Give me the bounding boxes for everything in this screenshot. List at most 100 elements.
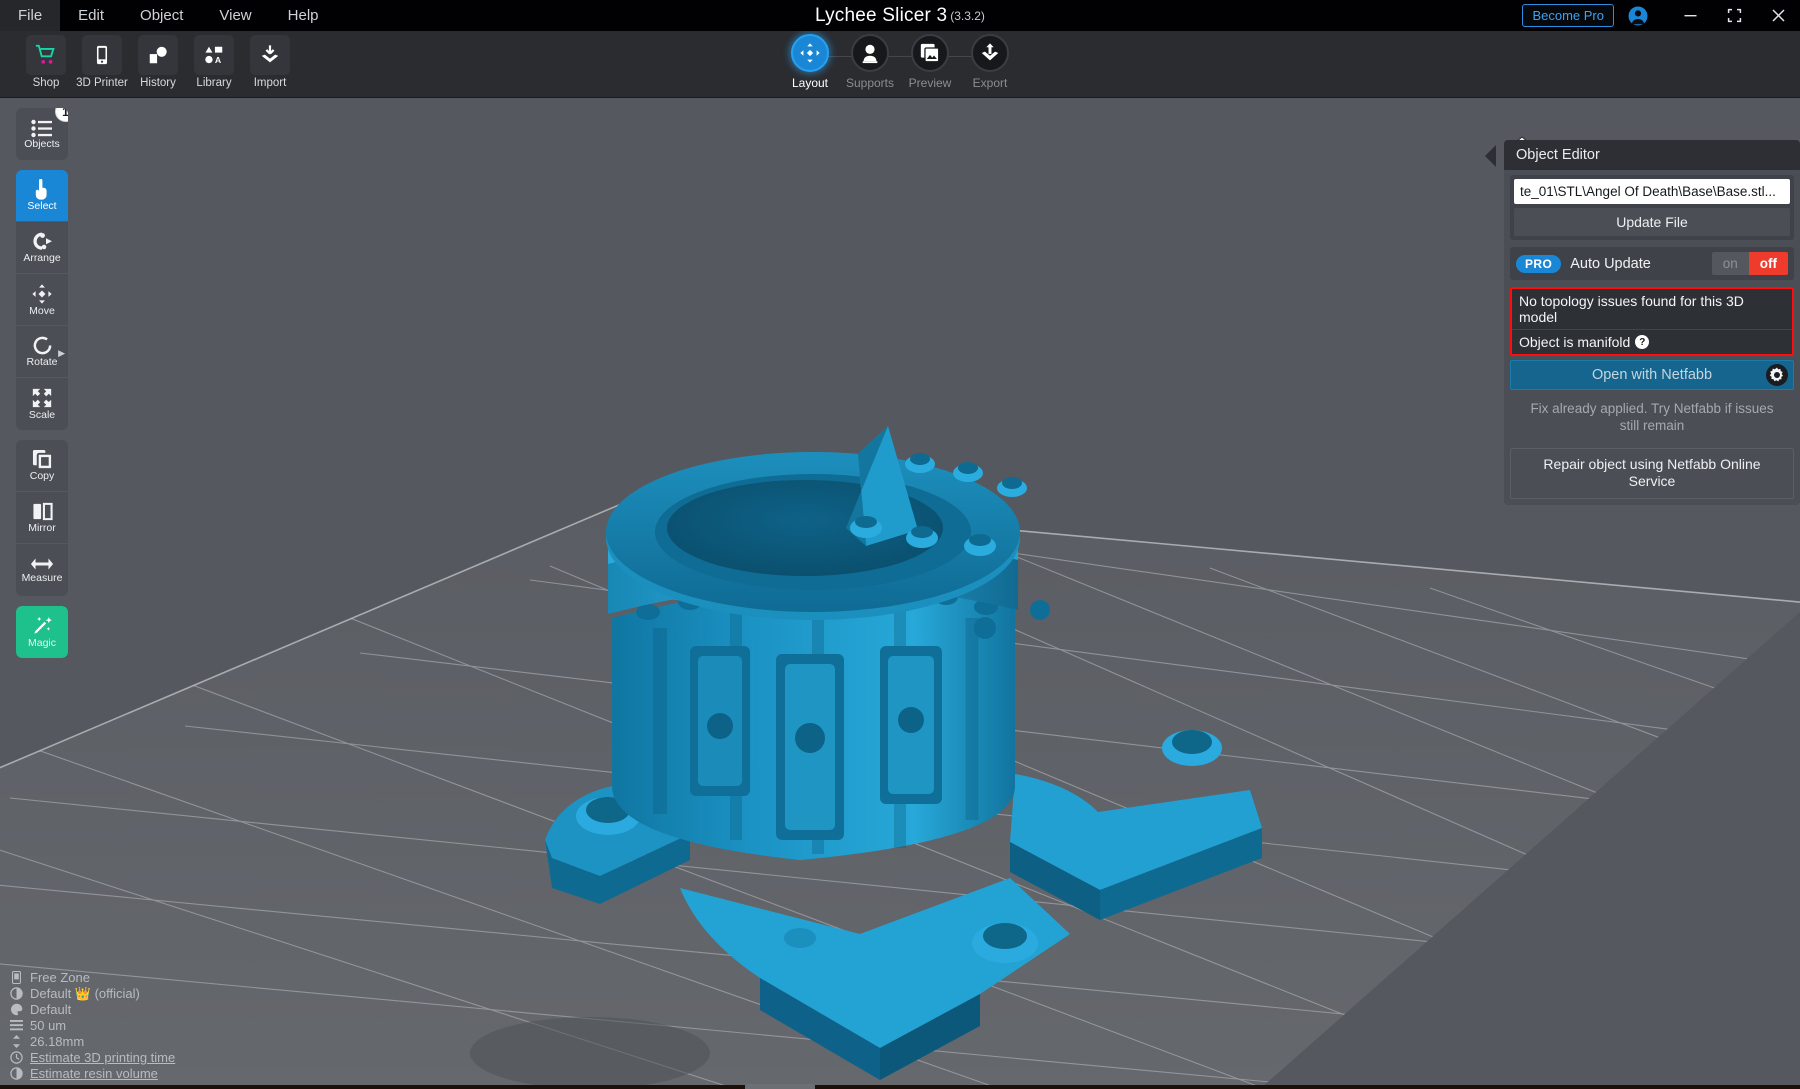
topology-status-box: No topology issues found for this 3D mod… <box>1510 287 1794 356</box>
rail-button-mirror[interactable]: Mirror <box>16 492 68 544</box>
layers-icon <box>10 1020 23 1031</box>
pro-badge: PRO <box>1516 254 1562 273</box>
rail-button-move[interactable]: Move <box>16 274 68 326</box>
file-path-field[interactable]: ...te_01\STL\Angel Of Death\Base\Base.st… <box>1514 179 1790 204</box>
status-text-height: 26.18mm <box>30 1034 85 1049</box>
minimize-button[interactable] <box>1668 0 1712 31</box>
stage-preview[interactable]: Preview <box>900 34 960 90</box>
toolbar-button-shop[interactable]: Shop <box>22 35 70 89</box>
move-arrows-icon <box>791 34 829 72</box>
rotate-icon <box>32 335 53 356</box>
menu-item-edit[interactable]: Edit <box>60 0 122 31</box>
rail-group-magic: Magic <box>16 606 68 658</box>
menu-item-view[interactable]: View <box>201 0 269 31</box>
pointer-hand-icon <box>32 179 52 200</box>
app-version-text: (3.3.2) <box>950 9 985 23</box>
rail-button-rotate[interactable]: Rotate ▶ <box>16 326 68 378</box>
menu-item-object[interactable]: Object <box>122 0 201 31</box>
stage-layout[interactable]: Layout <box>780 34 840 90</box>
auto-update-toggle[interactable]: on off <box>1711 252 1788 275</box>
model-top-rim <box>606 426 1020 620</box>
toolbar-button-group: Shop 3D Printer History A Library Import <box>22 35 294 89</box>
toolbar-label-shop: Shop <box>32 77 60 89</box>
toolbar-label-3d-printer: 3D Printer <box>76 77 128 89</box>
title-bar: File Edit Object View Help Lychee Slicer… <box>0 0 1800 31</box>
auto-update-label: Auto Update <box>1570 255 1651 272</box>
printer-device-icon <box>82 35 122 75</box>
rail-button-scale[interactable]: Scale <box>16 378 68 430</box>
object-editor-body: ...te_01\STL\Angel Of Death\Base\Base.st… <box>1504 170 1800 499</box>
repair-online-button[interactable]: Repair object using Netfabb Online Servi… <box>1510 447 1794 499</box>
window-controls: Become Pro <box>1522 0 1800 31</box>
status-link-estimate-volume[interactable]: Estimate resin volume <box>30 1066 158 1081</box>
bottom-collapse-tab[interactable] <box>745 1084 815 1089</box>
arrange-icon <box>31 231 53 252</box>
status-row-palette: Default <box>10 1002 175 1017</box>
auto-update-option-on[interactable]: on <box>1711 252 1749 275</box>
status-row-printer: Free Zone <box>10 970 175 985</box>
model-drum-body <box>612 585 1015 860</box>
maximize-button[interactable] <box>1712 0 1756 31</box>
status-info-list: Free Zone Default 👑 (official) Default 5… <box>10 970 175 1081</box>
printer-device-icon <box>10 971 23 984</box>
rail-button-magic[interactable]: Magic <box>16 606 68 658</box>
close-button[interactable] <box>1756 0 1800 31</box>
topology-line-manifold: Object is manifold ? <box>1512 329 1792 354</box>
history-icon <box>138 35 178 75</box>
rail-button-copy[interactable]: Copy <box>16 440 68 492</box>
stage-supports[interactable]: Supports <box>840 34 900 90</box>
rail-button-arrange[interactable]: Arrange <box>16 222 68 274</box>
toolbar-button-library[interactable]: A Library <box>190 35 238 89</box>
rail-label-measure: Measure <box>21 572 63 585</box>
shopping-cart-icon <box>26 35 66 75</box>
status-text-printer: Free Zone <box>30 970 90 985</box>
update-file-button[interactable]: Update File <box>1514 208 1790 236</box>
status-link-estimate-time[interactable]: Estimate 3D printing time <box>30 1050 175 1065</box>
menu-item-help[interactable]: Help <box>270 0 337 31</box>
gear-icon[interactable] <box>1765 363 1789 387</box>
toolbar-label-history: History <box>140 77 176 89</box>
menu-bar: File Edit Object View Help <box>0 0 337 31</box>
open-with-netfabb-label: Open with Netfabb <box>1591 367 1713 383</box>
rail-button-objects[interactable]: Objects 1 <box>16 108 68 160</box>
rail-button-measure[interactable]: Measure <box>16 544 68 596</box>
status-row-layer-height: 50 um <box>10 1018 175 1033</box>
app-title-text: Lychee Slicer 3 <box>815 5 948 26</box>
clock-icon <box>10 1051 23 1064</box>
auto-update-option-off[interactable]: off <box>1748 252 1788 275</box>
objects-count-badge: 1 <box>55 108 68 122</box>
status-row-resin: Default 👑 (official) <box>10 986 175 1001</box>
image-stack-icon <box>911 34 949 72</box>
topology-text-no-issues: No topology issues found for this 3D mod… <box>1519 293 1744 325</box>
chevron-left-icon[interactable] <box>1485 145 1496 167</box>
rail-label-arrange: Arrange <box>23 252 61 265</box>
bottom-strip <box>0 1085 1800 1089</box>
stage-label-supports: Supports <box>845 76 895 90</box>
status-text-layer-height: 50 um <box>30 1018 67 1033</box>
menu-item-file[interactable]: File <box>0 0 61 31</box>
become-pro-button[interactable]: Become Pro <box>1522 4 1614 27</box>
open-with-netfabb-button[interactable]: Open with Netfabb <box>1510 360 1794 390</box>
palette-icon <box>10 1003 23 1016</box>
question-mark-icon[interactable]: ? <box>1635 335 1650 349</box>
status-row-estimate-volume[interactable]: Estimate resin volume <box>10 1066 175 1081</box>
rail-label-scale: Scale <box>28 409 56 422</box>
toolbar-button-history[interactable]: History <box>134 35 182 89</box>
library-shapes-icon: A <box>194 35 234 75</box>
rail-group-transform: Select Arrange Move Rotate ▶ Scale <box>16 170 68 430</box>
object-editor-title: Object Editor <box>1504 140 1800 170</box>
stage-connector-line <box>810 56 990 57</box>
copy-icon <box>32 449 53 471</box>
magic-wand-icon <box>31 615 53 637</box>
rail-button-select[interactable]: Select <box>16 170 68 222</box>
chevron-right-icon[interactable]: ▶ <box>58 348 65 359</box>
status-row-estimate-time[interactable]: Estimate 3D printing time <box>10 1050 175 1065</box>
status-text-resin: Default 👑 (official) <box>30 986 140 1001</box>
stage-label-preview: Preview <box>908 76 952 90</box>
toolbar-label-library: Library <box>196 77 232 89</box>
rail-label-copy: Copy <box>29 470 55 483</box>
stage-export[interactable]: Export <box>960 34 1020 90</box>
toolbar-button-import[interactable]: Import <box>246 35 294 89</box>
toolbar-button-3d-printer[interactable]: 3D Printer <box>76 35 128 89</box>
account-circle-icon[interactable] <box>1628 6 1648 26</box>
